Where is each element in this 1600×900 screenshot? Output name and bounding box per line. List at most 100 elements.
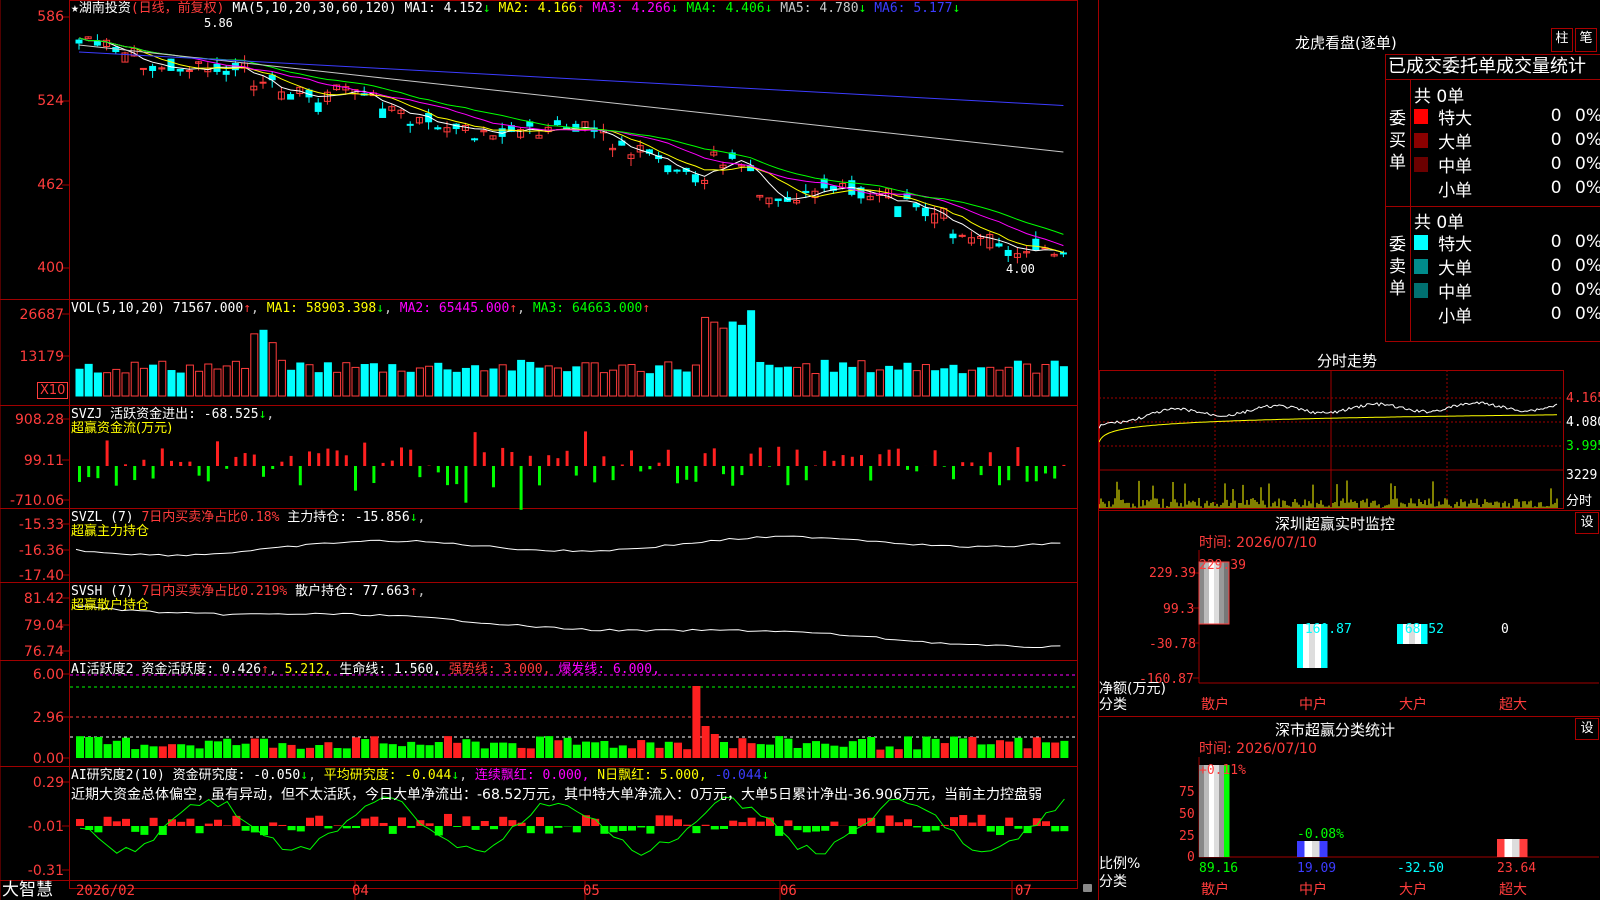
ai2-avg: 平均研究度: -0.044	[323, 768, 452, 783]
sz-class-canvas	[1198, 757, 1599, 858]
candle-body	[664, 165, 672, 173]
candle-body	[149, 65, 157, 71]
vol-ma3: MA3: 64663.000	[532, 301, 643, 316]
ai2-axis-top: 0.29	[32, 775, 64, 791]
sz-axis-2: -30.78	[1149, 637, 1196, 652]
svzl-subtitle: 超赢主力持仓	[71, 524, 150, 539]
main-chart-area[interactable]: 586 524 462 400 26687 13179 X10 908.28 9…	[0, 0, 1092, 900]
svsh-value: 77.663	[362, 584, 410, 599]
sz-monitor-time: 时间: 2026/07/10	[1199, 535, 1317, 551]
svzj-axis-mid: 99.11	[23, 453, 64, 469]
sz-monitor-settings-button[interactable]: 设	[1575, 512, 1599, 534]
intraday-chart[interactable]: 4.165 4.080 3.995 3229 分时	[1099, 370, 1600, 510]
candle-body	[691, 174, 699, 183]
intraday-axis-high: 4.165	[1566, 391, 1600, 406]
fl-val-3: 23.64	[1497, 861, 1537, 876]
sell-rows: 特大 0 0% 大单 0 0% 中单 0 0% 小单 0 0%	[1414, 230, 1600, 327]
fl-cat-2: 大户	[1399, 882, 1427, 898]
fl-cat-0: 散户	[1201, 882, 1229, 898]
fl-top-0: +0.11%	[1199, 763, 1246, 778]
color-swatch-icon	[1414, 307, 1428, 322]
candle-body	[921, 207, 929, 217]
ai2-nred: N日飘红: 5.000,	[597, 768, 707, 783]
sz-cat-1: 中户	[1299, 697, 1327, 713]
svsh-header: SVSH (7) 7日内买卖净占比0.219% 散户持仓: 77.663↑,	[71, 584, 426, 599]
candle-body	[1004, 249, 1012, 256]
candle-body	[673, 169, 681, 172]
sz-class-chart: 75 50 25 0 +0.11% -0.08% 89.16 19.09 -32…	[1099, 757, 1600, 900]
tick-view-button[interactable]: 笔	[1575, 28, 1597, 52]
lock-icon[interactable]	[1083, 884, 1092, 892]
vol-ma2: MA2: 65445.000	[399, 301, 510, 316]
chart-canvas	[0, 0, 1078, 900]
svzl-ratio: 7日内买卖净占比0.18%	[141, 510, 280, 525]
sell-row-1: 大单 0 0%	[1414, 254, 1600, 279]
vol-axis-top: 26687	[19, 307, 64, 323]
stock-name[interactable]: ★湖南投资	[71, 1, 131, 16]
candle-body	[774, 198, 782, 202]
color-swatch-icon	[1414, 234, 1429, 250]
ai1-life: 生命线: 1.560,	[339, 662, 442, 677]
price-axis-400: 400	[37, 260, 64, 276]
price-low-mark: 4.00	[1006, 262, 1035, 276]
color-swatch-icon	[1414, 282, 1429, 298]
price-high-mark: 5.86	[204, 16, 233, 30]
brand-logo[interactable]: 大智慧	[2, 880, 53, 900]
sell-row-3: 小单 0 0%	[1414, 302, 1600, 327]
sz-unit2: 分类	[1099, 697, 1127, 713]
svsh-axis-bot: 76.74	[23, 644, 64, 660]
svsh-axis-mid: 79.04	[23, 618, 64, 634]
sz-val-0: 229.39	[1199, 558, 1246, 573]
candle-body	[802, 190, 810, 194]
price-axis-524: 524	[37, 93, 64, 109]
candle-body	[471, 138, 479, 141]
sz-val-1: -160.87	[1297, 622, 1352, 637]
ma-params: MA(5,10,20,30,60,120)	[232, 1, 397, 16]
candle-body	[185, 69, 193, 72]
sz-axis-1: 99.3	[1163, 602, 1195, 617]
ma-value-2: MA2: 4.166	[498, 1, 577, 16]
sz-monitor-chart: 229.39 99.3 -30.78 -160.87 229.39 -160.8…	[1099, 550, 1600, 715]
ai1-strong: 强势线: 3.000,	[448, 662, 551, 677]
sz-class-title: 深市超赢分类统计	[1275, 721, 1396, 739]
ma-value-6: MA6: 5.177	[874, 1, 953, 16]
buy-row-1: 大单 0 0%	[1414, 128, 1600, 153]
bar-view-button[interactable]: 柱	[1551, 28, 1573, 52]
ma-value-1: MA1: 4.152	[404, 1, 483, 16]
lhb-title: 龙虎看盘(逐单)	[1295, 34, 1397, 52]
intraday-unit: 分时	[1566, 494, 1593, 509]
candle-body	[995, 243, 1003, 247]
intraday-axis-mid: 4.080	[1566, 415, 1600, 430]
svzl-axis-mid: -16.36	[18, 543, 64, 559]
candle-body	[176, 68, 184, 72]
candle-body	[287, 94, 295, 100]
vol-header: VOL(5,10,20) 71567.000↑, MA1: 58903.398↓…	[71, 301, 651, 316]
vol-unit-badge: X10	[37, 382, 69, 399]
ai2-red: 连续飘红: 0.000,	[474, 768, 590, 783]
ai2-last: -0.044	[714, 768, 762, 783]
sell-row-2: 中单 0 0%	[1414, 278, 1600, 303]
color-swatch-icon	[1414, 156, 1429, 172]
sz-cat-3: 超大	[1499, 697, 1527, 713]
vol-ma1: MA1: 58903.398	[266, 301, 377, 316]
candle-body	[314, 102, 322, 112]
sz-val-2: -68.52	[1397, 622, 1444, 637]
price-header: ★湖南投资(日线，前复权) MA(5,10,20,30,60,120) MA1:…	[71, 1, 961, 16]
stock-period[interactable]: (日线，前复权)	[131, 1, 225, 16]
svzl-axis-bot: -17.40	[18, 568, 64, 584]
sz-class-time: 时间: 2026/07/10	[1199, 741, 1317, 757]
vol-params: VOL(5,10,20)	[71, 301, 165, 316]
svsh-ratio: 7日内买卖净占比0.219%	[141, 584, 288, 599]
fl-axis-3: 0	[1187, 850, 1195, 865]
ai1-v2: 5.212,	[284, 662, 332, 677]
candle-body	[1032, 238, 1040, 251]
order-stats-tabs[interactable]: 已成交委托单成交量统计	[1385, 54, 1600, 80]
svzl-axis-top: -15.33	[18, 517, 64, 533]
buy-orders-label: 委买单	[1389, 109, 1406, 173]
sz-class-settings-button[interactable]: 设	[1575, 718, 1599, 740]
timeline-date-3: 06	[780, 883, 797, 899]
sz-cat-2: 大户	[1399, 697, 1427, 713]
ai1-axis-mid: 2.96	[32, 710, 64, 726]
intraday-axis-low: 3.995	[1566, 439, 1600, 454]
ai1-axis-bot: 0.00	[32, 751, 64, 767]
